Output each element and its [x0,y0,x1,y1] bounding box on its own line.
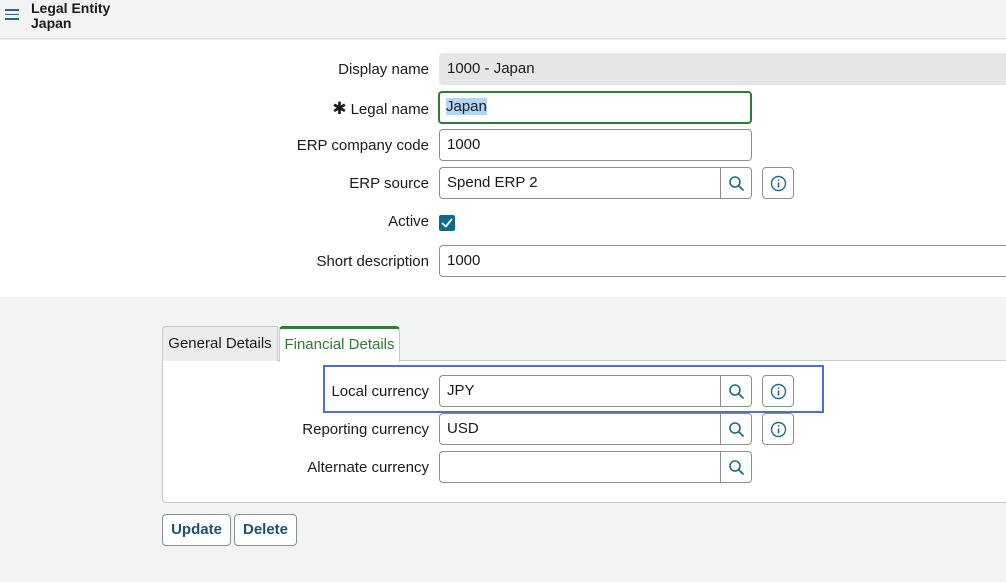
tab-general-details[interactable]: General Details [162,326,278,361]
search-icon [729,176,744,191]
menu-icon[interactable] [5,9,19,23]
erp-source-label: ERP source [349,175,429,192]
reporting-currency-search-button[interactable] [720,413,752,445]
active-checkbox[interactable] [439,215,455,231]
highlight-box [323,365,824,413]
erp-source-input[interactable]: Spend ERP 2 [439,167,720,199]
alternate-currency-search-button[interactable] [720,451,752,483]
erp-company-code-input[interactable]: 1000 [439,129,752,161]
search-icon [729,422,744,437]
legal-name-value: Japan [446,98,487,115]
page-header: Legal Entity Japan [0,0,1006,39]
alternate-currency-reference [439,451,752,483]
legal-name-input[interactable]: Japan [438,91,752,124]
page-subtitle: Japan [31,15,72,31]
alternate-currency-input[interactable] [439,451,720,483]
reporting-currency-reference: USD [439,413,752,445]
short-description-label: Short description [316,253,429,270]
erp-source-info-button[interactable] [762,167,794,199]
info-icon [770,175,787,192]
tab-financial-details[interactable]: Financial Details [279,326,400,362]
display-name-field: 1000 - Japan [439,53,1006,85]
reporting-currency-label: Reporting currency [302,421,429,438]
checkmark-icon [441,218,453,228]
legal-name-label: ✱ Legal name [332,99,429,119]
search-icon [729,460,744,475]
page-title: Legal Entity [31,0,111,16]
required-icon: ✱ [332,99,347,118]
short-description-input[interactable]: 1000 [439,245,1006,277]
info-icon [770,421,787,438]
display-name-label: Display name [338,61,429,78]
erp-source-search-button[interactable] [720,167,752,199]
active-label: Active [388,213,429,230]
reporting-currency-info-button[interactable] [762,413,794,445]
erp-source-reference: Spend ERP 2 [439,167,752,199]
update-button[interactable]: Update [162,514,231,546]
erp-company-code-label: ERP company code [296,137,429,154]
alternate-currency-label: Alternate currency [307,459,429,476]
reporting-currency-input[interactable]: USD [439,413,720,445]
legal-name-label-text: Legal name [350,101,429,118]
delete-button[interactable]: Delete [234,514,297,546]
